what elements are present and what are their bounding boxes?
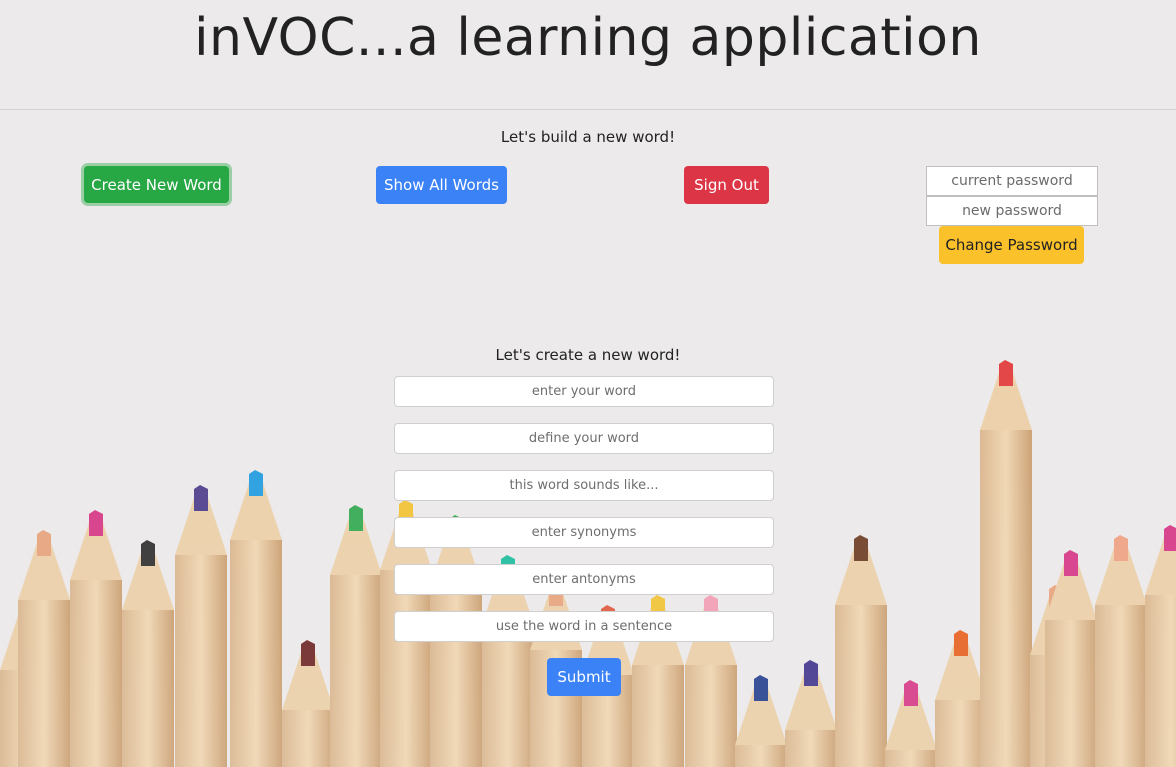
submit-button[interactable]: Submit <box>547 658 621 696</box>
page-header: inVOC...a learning application <box>0 0 1176 110</box>
show-all-words-button[interactable]: Show All Words <box>376 166 507 204</box>
synonyms-field[interactable] <box>394 517 774 548</box>
sounds-like-field[interactable] <box>394 470 774 501</box>
definition-field[interactable] <box>394 423 774 454</box>
sign-out-button[interactable]: Sign Out <box>684 166 769 204</box>
page-subtitle: Let's build a new word! <box>500 128 676 146</box>
create-new-word-button[interactable]: Create New Word <box>84 166 229 203</box>
app-title: inVOC...a learning application <box>194 8 982 68</box>
current-password-field[interactable] <box>926 166 1098 196</box>
sentence-field[interactable] <box>394 611 774 642</box>
word-field[interactable] <box>394 376 774 407</box>
form-title: Let's create a new word! <box>495 346 681 364</box>
change-password-button[interactable]: Change Password <box>939 226 1084 264</box>
new-password-field[interactable] <box>926 196 1098 226</box>
antonyms-field[interactable] <box>394 564 774 595</box>
